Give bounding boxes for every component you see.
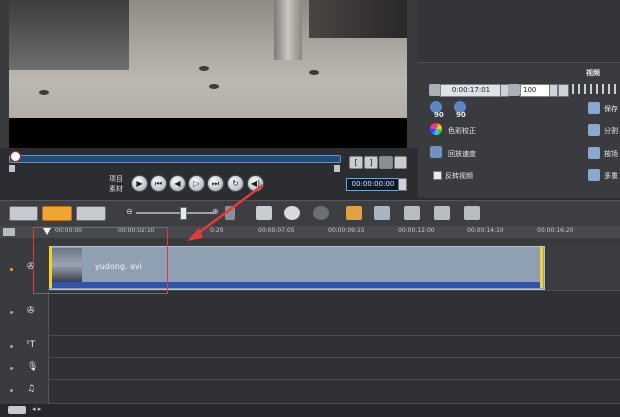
volume-spinner[interactable] bbox=[549, 84, 558, 97]
timeline-view-button[interactable] bbox=[42, 206, 72, 221]
project-mode-label[interactable]: 项目 bbox=[109, 174, 123, 184]
redo-icon[interactable] bbox=[313, 206, 329, 220]
ruler-tick: 00:00:09:15 bbox=[328, 227, 365, 234]
title-track[interactable] bbox=[48, 335, 620, 358]
options-panel-header bbox=[418, 0, 620, 63]
clip-duration-field[interactable]: 0:00:17:01 bbox=[440, 84, 502, 97]
previous-frame-button[interactable]: ◀ bbox=[169, 175, 186, 192]
playback-speed-option[interactable]: 回放速度 bbox=[448, 149, 476, 159]
music-track-icon: ♫ bbox=[27, 384, 36, 394]
annotation-highlight-box bbox=[33, 227, 168, 294]
scan-option[interactable]: 按场 bbox=[604, 149, 618, 159]
preview-scrub-bar[interactable] bbox=[9, 155, 341, 163]
ruler-tick: 00:00:14:10 bbox=[467, 227, 504, 234]
speaker-icon bbox=[508, 84, 520, 96]
track-view-icon[interactable] bbox=[3, 228, 15, 236]
trim-start-marker[interactable] bbox=[9, 165, 15, 172]
color-correction-option[interactable]: 色彩校正 bbox=[448, 126, 476, 136]
overlay-track-icon: ✇ bbox=[27, 306, 35, 316]
voice-track[interactable] bbox=[48, 357, 620, 380]
split-clip-button[interactable] bbox=[379, 156, 393, 169]
scroll-arrows-icon[interactable]: ◂ ▸ bbox=[32, 405, 41, 413]
color-wheel-icon bbox=[430, 123, 442, 135]
go-to-start-button[interactable]: ⏮ bbox=[150, 175, 167, 192]
ruler-tick: 00:00:16:20 bbox=[537, 227, 574, 234]
clip-volume-field[interactable]: 100 bbox=[520, 84, 550, 97]
scene-scan-icon bbox=[588, 147, 600, 159]
save-frame-icon bbox=[588, 102, 600, 114]
music-track[interactable] bbox=[48, 379, 620, 404]
audio-view-button[interactable] bbox=[76, 206, 106, 221]
rotate-left-label: 90 bbox=[434, 111, 444, 119]
zoom-out-icon[interactable]: ⊖ bbox=[126, 207, 133, 216]
reverse-video-checkbox[interactable] bbox=[433, 171, 442, 180]
multi-option[interactable]: 多重 bbox=[604, 171, 618, 181]
mark-out-button[interactable]: ] bbox=[364, 156, 378, 169]
trim-end-marker[interactable] bbox=[334, 165, 340, 172]
reverse-video-label: 反转视频 bbox=[445, 172, 473, 180]
voice-track-icon: 🎙 bbox=[27, 362, 39, 372]
clip-trim-end-handle[interactable] bbox=[540, 246, 543, 288]
create-video-icon[interactable] bbox=[374, 206, 390, 220]
split-option[interactable]: 分割 bbox=[604, 126, 618, 136]
storyboard-view-button[interactable] bbox=[9, 206, 38, 221]
play-icon: ▶ bbox=[136, 179, 143, 188]
timecode-spinner[interactable] bbox=[398, 178, 407, 191]
speed-icon bbox=[430, 146, 442, 158]
undo-icon[interactable] bbox=[284, 206, 300, 220]
track-visibility-icon[interactable] bbox=[10, 311, 13, 314]
track-visibility-icon[interactable] bbox=[10, 367, 13, 370]
scrub-handle[interactable] bbox=[10, 151, 21, 162]
rotate-right-label: 90 bbox=[456, 111, 466, 119]
signal-bars-icon bbox=[572, 84, 616, 94]
to-start-icon: ⏮ bbox=[154, 179, 163, 188]
track-visibility-icon[interactable] bbox=[10, 268, 13, 271]
preview-video-frame bbox=[9, 0, 407, 118]
batch-convert-icon[interactable] bbox=[464, 206, 480, 220]
track-visibility-icon[interactable] bbox=[10, 389, 13, 392]
overlay-track[interactable] bbox=[48, 290, 620, 336]
prev-frame-icon: ◀ bbox=[174, 179, 181, 188]
track-manager-icon[interactable] bbox=[404, 206, 420, 220]
mark-in-button[interactable]: [ bbox=[349, 156, 363, 169]
title-track-icon: ᵗT bbox=[27, 340, 36, 350]
ruler-tick: 00:00:12:00 bbox=[398, 227, 435, 234]
clip-mode-label[interactable]: 素材 bbox=[109, 184, 123, 194]
scroll-left-button[interactable] bbox=[8, 406, 26, 414]
save-option[interactable]: 保存 bbox=[604, 104, 618, 114]
chapter-point-icon[interactable] bbox=[434, 206, 450, 220]
split-audio-icon bbox=[588, 124, 600, 136]
preview-letterbox bbox=[9, 118, 407, 148]
enlarge-preview-button[interactable] bbox=[394, 156, 407, 169]
annotation-arrow bbox=[187, 183, 264, 241]
smart-proxy-icon[interactable] bbox=[346, 206, 362, 220]
play-button[interactable]: ▶ bbox=[131, 175, 148, 192]
timecode-display[interactable]: 00:00:00:00 bbox=[346, 178, 400, 191]
track-visibility-icon[interactable] bbox=[10, 345, 13, 348]
status-bar bbox=[0, 404, 620, 417]
multi-trim-icon bbox=[588, 169, 600, 181]
tab-video[interactable]: 视频 bbox=[586, 68, 600, 78]
volume-dropdown[interactable] bbox=[558, 84, 569, 97]
